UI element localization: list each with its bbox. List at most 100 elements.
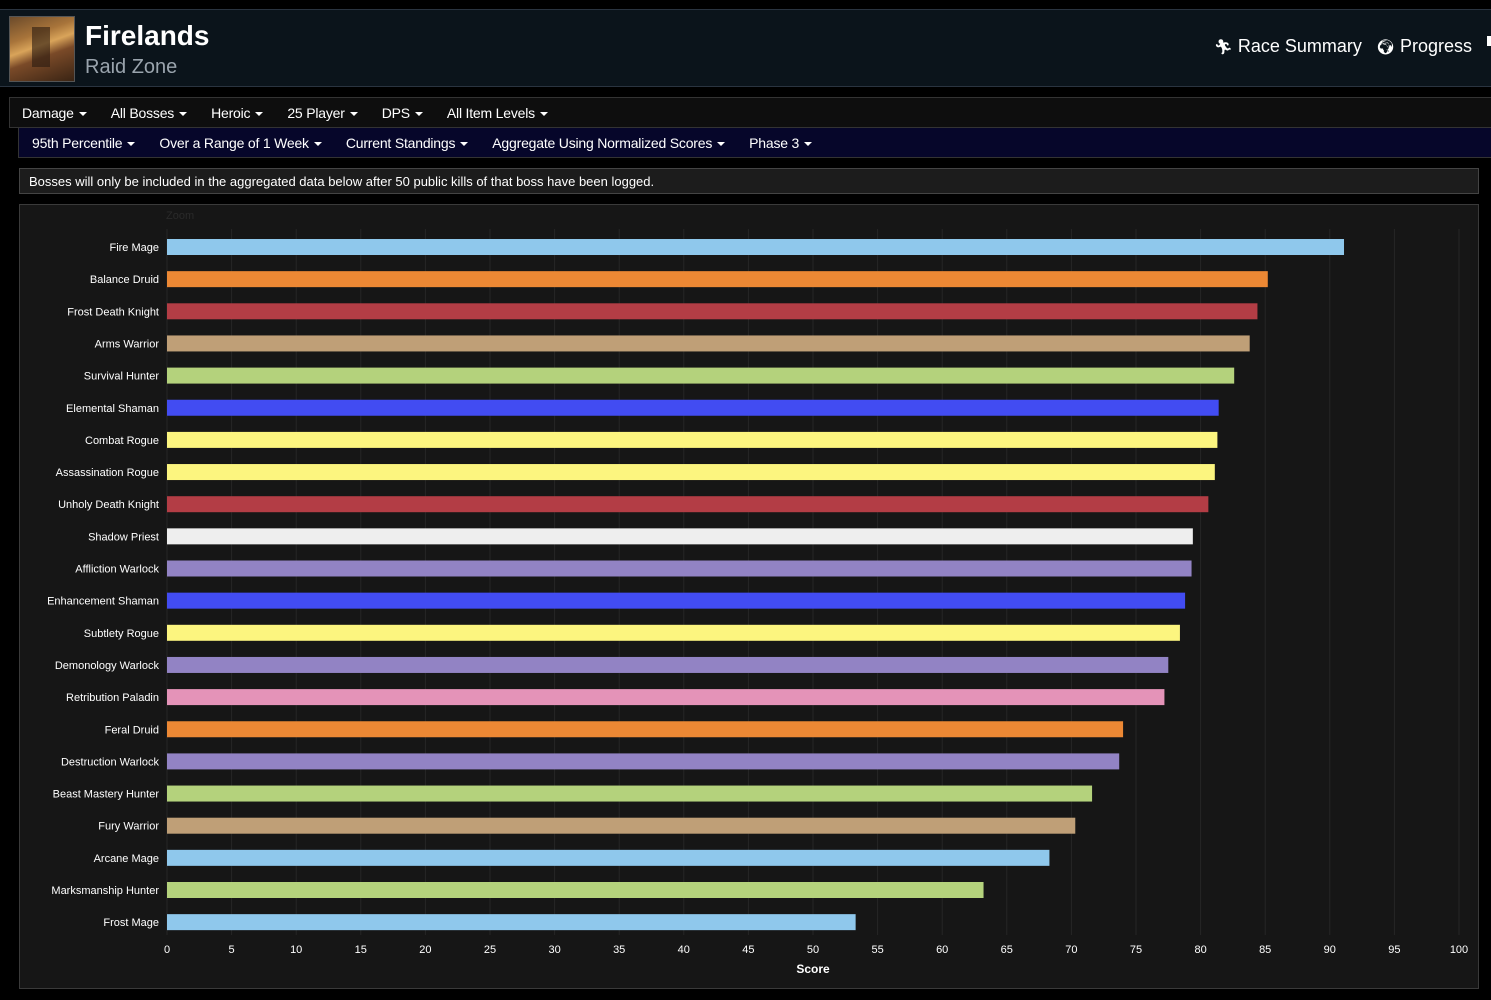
filter-label: Damage [22,104,74,121]
x-tick-label: 10 [290,944,302,956]
category-label: Fire Mage [109,242,159,254]
category-label: Arcane Mage [94,853,159,865]
overflow-menu-icon[interactable] [1487,36,1491,46]
category-label: Fury Warrior [98,821,159,833]
bar[interactable] [167,817,1076,834]
header-links: 🏃︎ Race Summary 🌍︎ Progress [1214,36,1491,57]
race-summary-link[interactable]: 🏃︎ Race Summary [1214,36,1362,57]
bar[interactable] [167,560,1192,577]
x-tick-label: 30 [548,944,560,956]
filter-label: All Bosses [110,104,175,121]
bar[interactable] [167,753,1120,770]
filter-boss-dropdown[interactable]: All Bosses [110,104,188,121]
filter-item-level-dropdown[interactable]: All Item Levels [447,105,548,121]
bar[interactable] [167,496,1209,513]
chart-canvas: Fire Mage Balance Druid Frost Death Knight… [47,229,1468,976]
category-label: Balance Druid [90,274,159,286]
race-summary-label: Race Summary [1237,36,1362,56]
caret-down-icon [414,111,423,116]
x-axis-title: Score [796,962,830,976]
filter-size-dropdown[interactable]: 25 Player [287,105,358,121]
caret-down-icon [717,141,726,146]
zone-header: Firelands Raid Zone 🏃︎ Race Summary 🌍︎ P… [0,9,1491,87]
category-label: Frost Death Knight [67,306,159,318]
bar[interactable] [167,849,1050,866]
page-subtitle: Raid Zone [85,56,178,78]
category-labels: Fire Mage Balance Druid Frost Death Knight… [47,242,159,929]
caret-down-icon [804,141,813,146]
category-label: Shadow Priest [88,531,159,543]
caret-down-icon [179,111,188,116]
progress-link[interactable]: 🌍︎ Progress [1376,36,1472,57]
filter-percentile-dropdown[interactable]: 95th Percentile [32,134,136,151]
globe-icon: 🌍︎ [1375,38,1395,56]
bar[interactable] [167,271,1268,288]
x-tick-label: 70 [1065,944,1077,956]
category-label: Subtlety Rogue [84,628,159,640]
caret-down-icon [78,111,87,116]
notice-banner: Bosses will only be included in the aggr… [19,168,1479,194]
bar[interactable] [167,528,1193,545]
caret-down-icon [127,141,136,146]
bar[interactable] [167,689,1165,706]
filter-metric-dropdown[interactable]: Damage [22,105,87,121]
bar[interactable] [167,464,1215,481]
bar[interactable] [167,399,1219,416]
x-tick-label: 60 [936,944,948,956]
runner-icon: 🏃︎ [1213,38,1233,56]
x-tick-label: 35 [613,944,625,956]
category-label: Combat Rogue [85,435,159,447]
filter-label: DPS [381,104,410,121]
x-tick-labels: 0 5 10 15 20 25 30 35 40 45 50 55 60 65 70 75 80 85 90 95 10… [164,944,1468,956]
progress-label: Progress [1399,36,1472,56]
caret-down-icon [349,111,358,116]
zone-thumbnail-image [9,16,75,82]
bar[interactable] [167,656,1169,673]
category-label: Demonology Warlock [55,660,160,672]
x-tick-label: 55 [871,944,883,956]
bar[interactable] [167,431,1218,448]
x-tick-label: 0 [164,944,170,956]
bar[interactable] [167,882,984,898]
x-tick-label: 65 [1001,944,1013,956]
filter-phase-dropdown[interactable]: Phase 3 [749,134,813,151]
filter-role-dropdown[interactable]: DPS [382,105,423,121]
score-chart: Zoom Fire Mage Balance Druid Frost Death K… [19,204,1479,989]
category-label: Enhancement Shaman [47,596,159,608]
category-label: Retribution Paladin [66,692,159,704]
x-tick-label: 75 [1130,944,1142,956]
filter-label: Over a Range of 1 Week [159,134,309,151]
filter-label: Phase 3 [749,134,800,151]
filter-standings-dropdown[interactable]: Current Standings [345,134,469,151]
filter-bar-secondary: 95th Percentile Over a Range of 1 Week C… [18,127,1491,158]
category-label: Feral Druid [105,724,159,736]
category-label: Elemental Shaman [66,403,159,415]
bar[interactable] [167,624,1180,641]
bars [167,239,1345,931]
bar[interactable] [167,335,1250,352]
bar[interactable] [167,239,1345,255]
page-title: Firelands [85,20,210,51]
filter-label: Current Standings [345,134,456,151]
category-label: Assassination Rogue [56,467,159,479]
category-label: Beast Mastery Hunter [53,789,160,801]
bar[interactable] [167,367,1235,384]
bar[interactable] [167,303,1258,320]
caret-down-icon [539,111,548,116]
bar[interactable] [167,592,1186,609]
filter-aggregation-dropdown[interactable]: Aggregate Using Normalized Scores [492,135,726,151]
category-label: Destruction Warlock [61,756,160,768]
bar[interactable] [167,785,1093,802]
filter-label: All Item Levels [446,104,535,121]
category-label: Affliction Warlock [75,564,159,576]
category-label: Arms Warrior [95,338,160,350]
category-label: Survival Hunter [84,371,160,383]
x-tick-label: 5 [229,944,235,956]
filter-time-range-dropdown[interactable]: Over a Range of 1 Week [159,134,322,151]
bar[interactable] [167,914,856,931]
x-tick-label: 90 [1324,944,1336,956]
x-tick-label: 15 [355,944,367,956]
filter-label: 95th Percentile [32,134,123,151]
filter-difficulty-dropdown[interactable]: Heroic [211,105,264,121]
bar[interactable] [167,721,1124,738]
